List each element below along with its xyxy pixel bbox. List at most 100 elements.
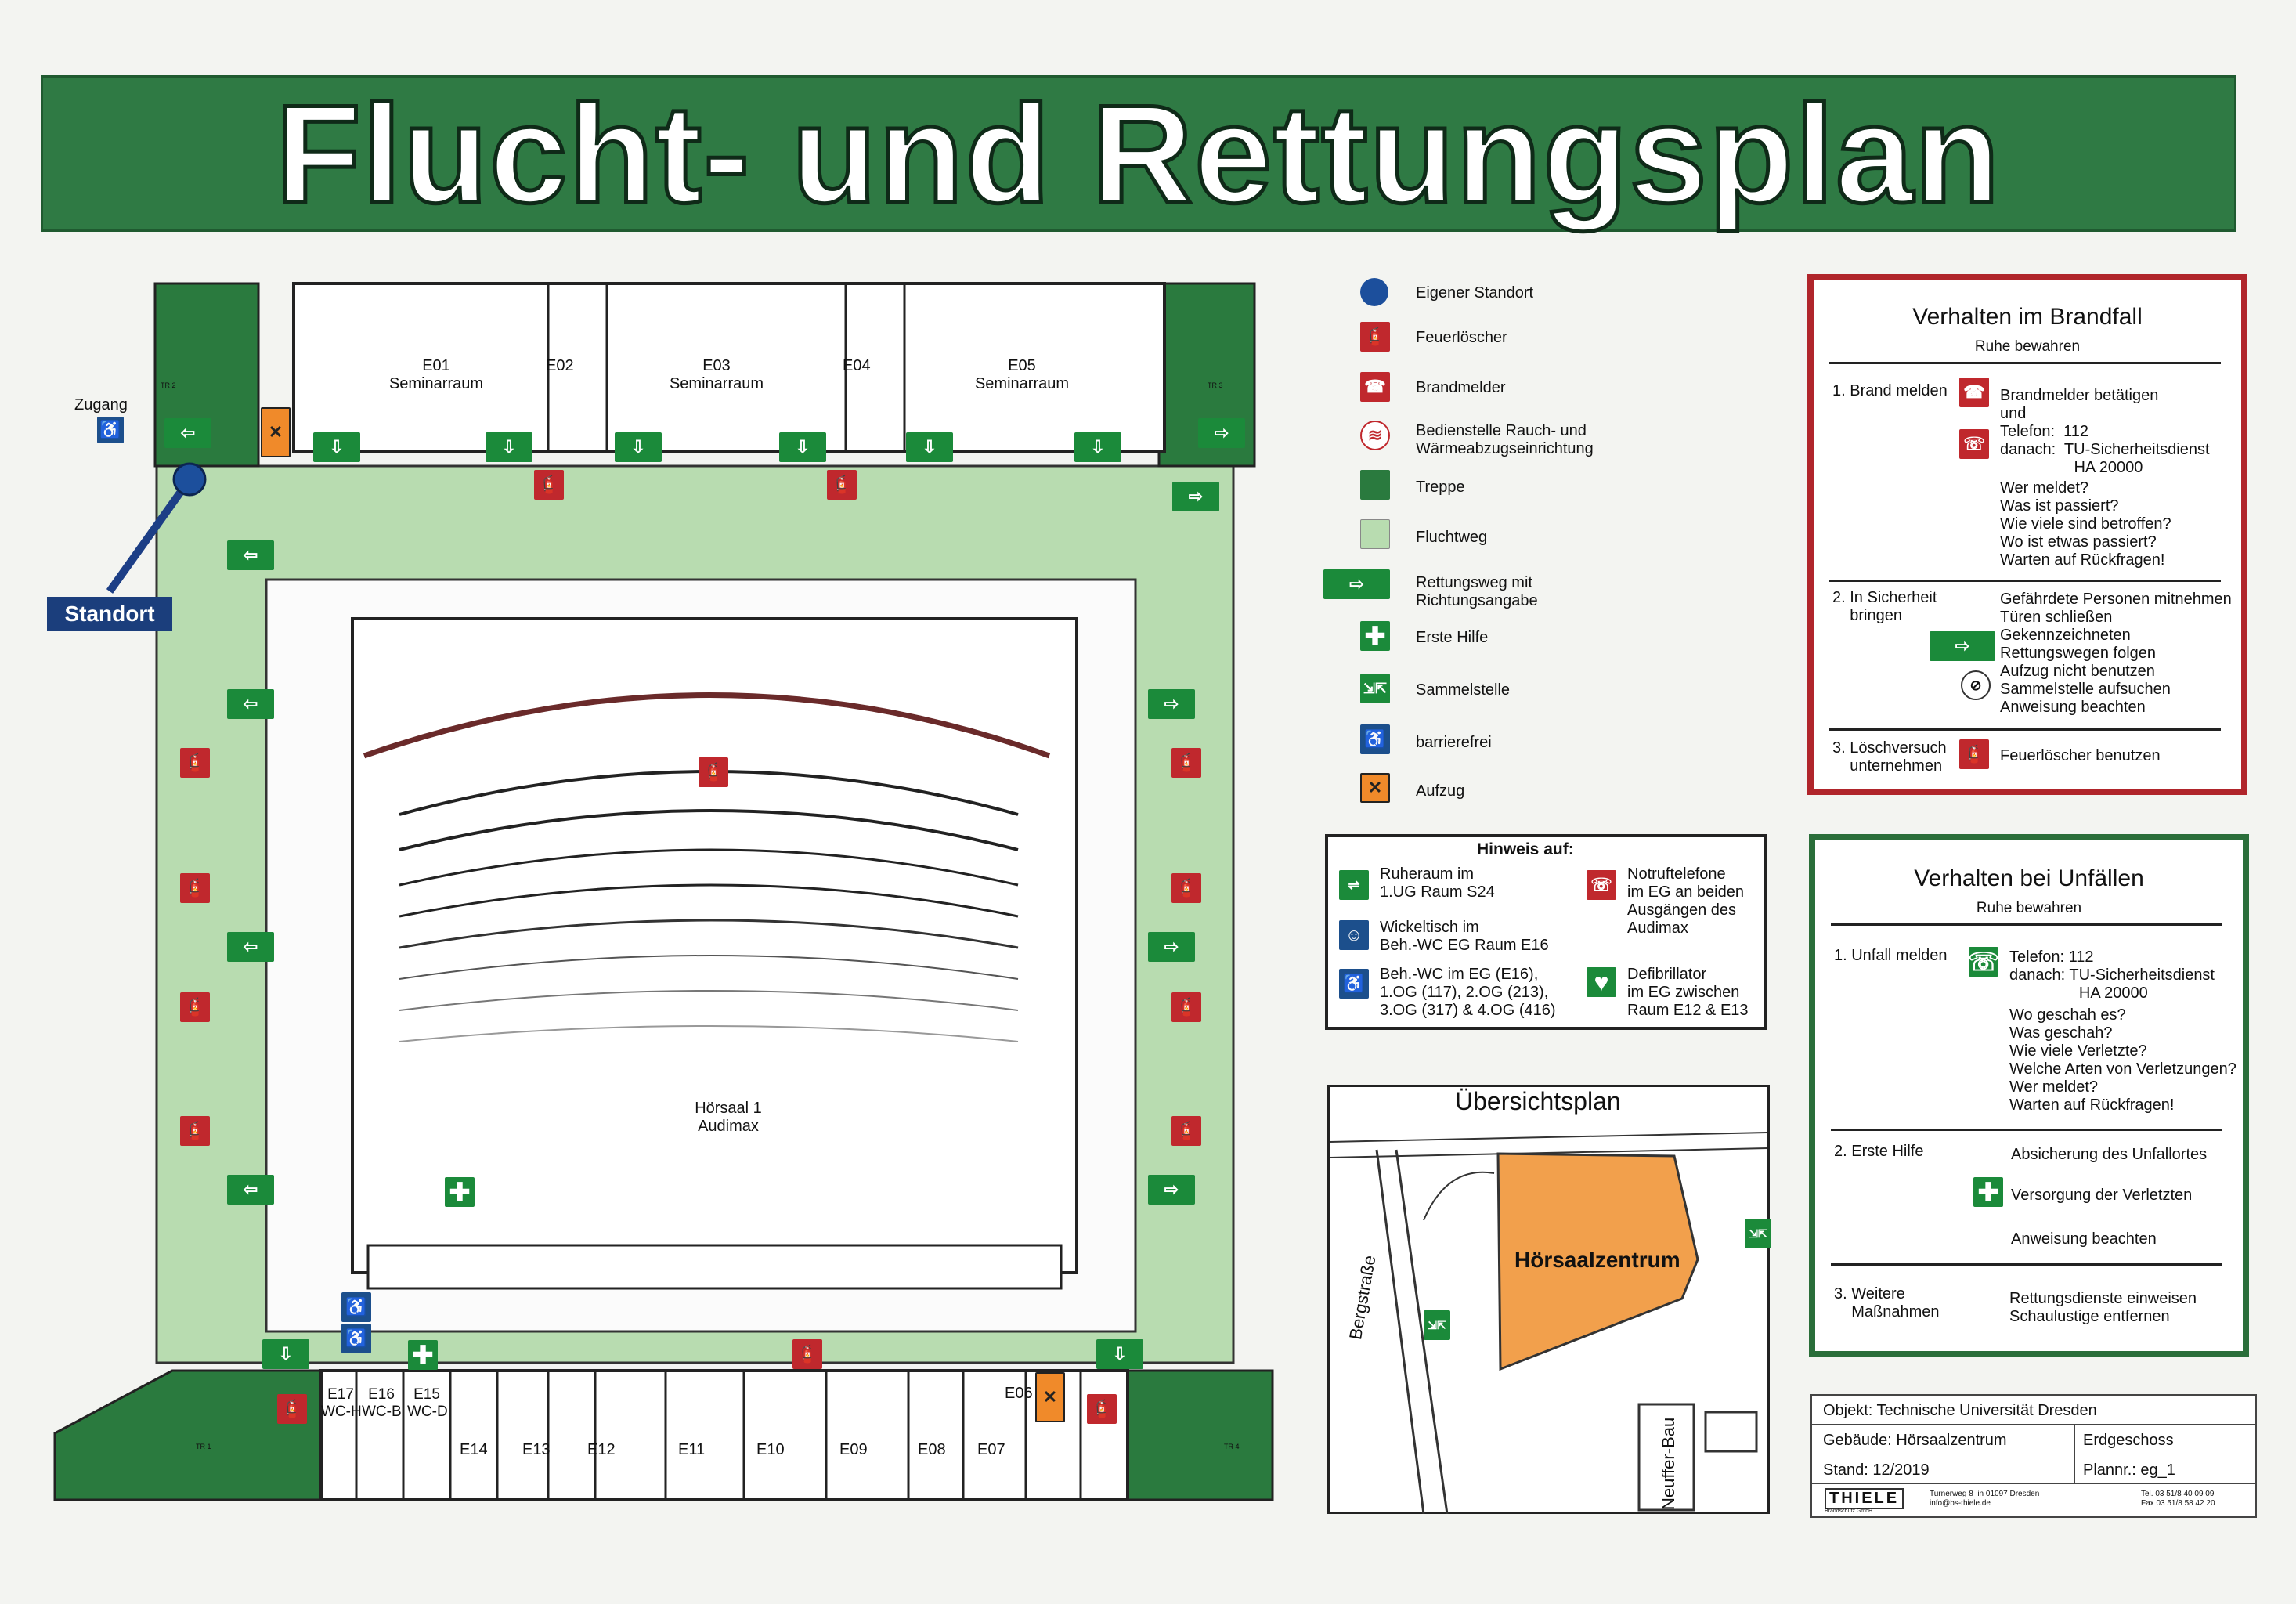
elevator-icon: ✕ [261,407,291,457]
building-label: Gebäude: Hörsaalzentrum [1823,1432,2007,1449]
accident-step1-questions: Wo geschah es? Was geschah? Wie viele Ve… [2009,1006,2236,1114]
legend-label: Sammelstelle [1416,681,1511,699]
legend-label: Erste Hilfe [1416,629,1489,646]
fire-alarm-icon: ☎ [1959,378,1989,407]
room-e09-label: E09 [839,1441,868,1458]
own-location-icon [1360,278,1388,306]
room-e02-label: E02 [546,357,574,374]
room-e11-label: E11 [678,1441,706,1458]
emergency-exit-arrow-icon: ⇦ [227,540,274,570]
smoke-vent-control-icon: ≋ [1360,421,1390,450]
accident-title: Verhalten bei Unfällen [1914,865,2144,891]
stair-label-tr1: TR 1 [196,1443,211,1450]
escape-route-icon [1360,519,1390,549]
floor-label: Erdgeschoss [2083,1432,2174,1449]
elevator-icon: ✕ [1360,773,1390,803]
fire-extinguisher-icon: 🧯 [180,873,210,903]
accident-step1-text: Telefon: 112 danach: TU-Sicherheitsdiens… [2009,948,2215,1002]
accident-step2-heading: 2. Erste Hilfe [1834,1143,1924,1160]
standort-marker-label: Standort [47,597,172,631]
room-e12-label: E12 [587,1441,616,1458]
no-elevator-icon: ⊘ [1961,670,1991,700]
notice-item: Defibrillator im EG zwischen Raum E12 & … [1627,966,1749,1019]
overview-map: Übersichtsplan Hörsaalzentrum Bergstraße… [1327,1085,1771,1514]
fire-extinguisher-icon: 🧯 [1959,739,1989,769]
emergency-exit-arrow-icon: ⇩ [906,432,953,462]
assembly-point-icon: ⇲⇱ [1360,674,1390,703]
stairs-icon [1360,470,1390,500]
emergency-exit-arrow-icon: ⇩ [1096,1339,1143,1369]
room-e13-label: E13 [522,1441,551,1458]
fire-extinguisher-icon: 🧯 [277,1394,307,1424]
fire-step2-heading: 2. In Sicherheit bringen [1832,589,1937,624]
fire-extinguisher-icon: 🧯 [1171,992,1201,1022]
stair-label-tr2: TR 2 [161,381,176,389]
room-e03-label: E03 Seminarraum [669,357,764,392]
emergency-phone-icon: ☏ [1587,870,1616,900]
emergency-exit-arrow-icon: ⇨ [1930,631,1995,661]
accident-step2-text: Versorgung der Verletzten [2011,1187,2193,1204]
emergency-exit-arrow-icon: ⇩ [486,432,532,462]
accident-step3-text: Rettungsdienste einweisen Schaulustige e… [2009,1290,2197,1325]
first-aid-icon: ✚ [445,1177,475,1207]
notice-box: Hinweis auf: ⇌ Ruheraum im 1.UG Raum S24… [1325,834,1767,1030]
defibrillator-icon: ♥ [1587,967,1616,997]
fire-extinguisher-icon: 🧯 [1171,1116,1201,1146]
fire-instructions-box: Verhalten im Brandfall Ruhe bewahren 1. … [1807,274,2247,795]
auditorium-label: Hörsaal 1 Audimax [695,1100,762,1135]
fire-extinguisher-icon: 🧯 [534,470,564,500]
legend: Eigener Standort 🧯 Feuerlöscher ☎ Brandm… [1323,278,1652,811]
overview-drawing [1330,1132,1767,1514]
assembly-point-icon: ⇲⇱ [1424,1310,1450,1340]
notice-item: Ruheraum im 1.UG Raum S24 [1380,865,1495,901]
room-e15-label: E15 WC-D [407,1386,448,1420]
room-e16-label: E16 WC-B [362,1386,402,1420]
legend-label: Rettungsweg mit Richtungsangabe [1416,574,1538,609]
stair-label-tr4: TR 4 [1224,1443,1240,1450]
emergency-exit-arrow-icon: ⇩ [262,1339,309,1369]
fire-extinguisher-icon: 🧯 [792,1339,822,1369]
legend-label: Feuerlöscher [1416,329,1507,346]
emergency-exit-arrow-icon: ⇩ [779,432,826,462]
elevator-icon: ✕ [1035,1372,1065,1422]
emergency-exit-arrow-icon: ⇦ [164,418,211,448]
room-e04-label: E04 [843,357,871,374]
title-banner: Flucht- und Rettungsplan [41,74,2236,233]
plan-info-table: Objekt: Technische Universität Dresden G… [1810,1394,2257,1518]
emergency-exit-arrow-icon: ⇩ [615,432,662,462]
emergency-exit-arrow-icon: ⇩ [1074,432,1121,462]
fire-subtitle: Ruhe bewahren [1974,338,2081,355]
access-label: Zugang [74,396,128,414]
overview-title: Übersichtsplan [1455,1087,1621,1115]
stairwell-tr4 [1126,1369,1274,1501]
legend-label: Treppe [1416,479,1465,496]
notice-item: Wickeltisch im Beh.-WC EG Raum E16 [1380,919,1549,954]
fire-extinguisher-icon: 🧯 [827,470,857,500]
fire-extinguisher-icon: 🧯 [1087,1394,1117,1424]
room-e14-label: E14 [460,1441,488,1458]
room-e07-label: E07 [977,1441,1005,1458]
auditorium-hoersaal-1 [351,617,1078,1274]
emergency-exit-arrow-icon: ⇨ [1148,689,1195,719]
legend-label: barrierefrei [1416,734,1492,751]
room-e08-label: E08 [918,1441,946,1458]
emergency-exit-arrow-icon: ⇨ [1198,418,1245,448]
legend-label: Fluchtweg [1416,529,1488,546]
stage-front [366,1244,1063,1290]
company-logo-text: THIELE [1825,1488,1904,1509]
fire-extinguisher-icon: 🧯 [1360,322,1390,352]
phone-icon: ☏ [1959,429,1989,459]
fire-step1-heading: 1. Brand melden [1832,382,1948,399]
emergency-exit-arrow-icon: ⇦ [227,689,274,719]
fire-extinguisher-icon: 🧯 [180,992,210,1022]
fire-step3-heading: 3. Löschversuch unternehmen [1832,739,1947,775]
company-address: Turnerweg 8 in 01097 Dresden info@bs-thi… [1930,1490,2040,1508]
first-aid-icon: ✚ [408,1340,438,1370]
first-aid-icon: ✚ [1973,1177,2003,1207]
accident-step2-text: Absicherung des Unfallortes [2011,1146,2208,1163]
fire-step1-questions: Wer meldet? Was ist passiert? Wie viele … [2000,479,2171,569]
accessible-icon: ♿ [341,1292,371,1322]
fire-alarm-icon: ☎ [1360,372,1390,402]
emergency-exit-arrow-icon: ⇨ [1148,932,1195,962]
emergency-exit-arrow-icon: ⇩ [313,432,360,462]
